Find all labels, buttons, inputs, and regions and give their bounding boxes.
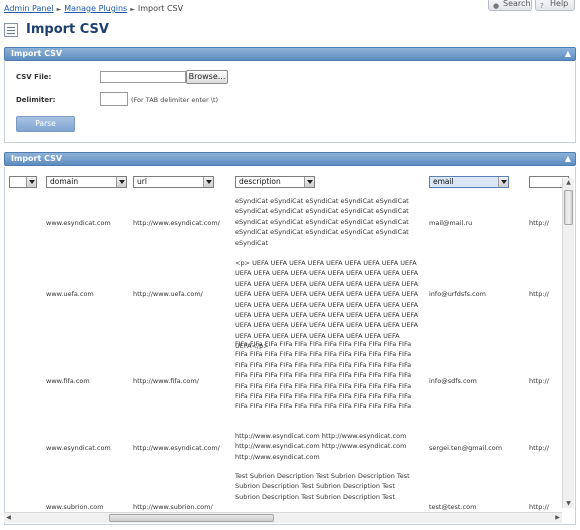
cell-email: sergei.ten@gmail.com — [429, 444, 503, 452]
cell-email: test@test.com — [429, 503, 477, 511]
help-icon: ? — [540, 2, 544, 10]
cell-description: eSyndiCat eSyndiCat eSyndiCat eSyndiCat … — [235, 197, 409, 247]
search-icon: ● — [493, 2, 500, 10]
cell-email: info@urfdsfs.com — [429, 290, 486, 298]
chevron-down-icon — [26, 177, 36, 187]
cell-extra: http:// — [529, 290, 549, 298]
breadcrumb: Admin Panel ► Manage Plugins ► Import CSV — [4, 4, 183, 13]
vertical-scrollbar[interactable]: ▲ ▼ — [562, 178, 574, 508]
scroll-right-icon[interactable]: ▶ — [553, 513, 562, 523]
column-select-url[interactable]: url — [133, 176, 214, 188]
cell-url: http://www.esyndicat.com/ — [133, 444, 220, 452]
cell-domain: www.subrion.com — [46, 503, 104, 511]
cell-domain: www.uefa.com — [46, 290, 94, 298]
parse-button[interactable]: Parse — [16, 116, 75, 132]
import-csv-icon — [4, 23, 18, 37]
top-bar: Admin Panel ► Manage Plugins ► Import CSV ● S… — [0, 0, 580, 18]
breadcrumb-current: Import CSV — [137, 4, 184, 13]
browse-button[interactable]: Browse... — [186, 70, 228, 84]
cell-extra: http:// — [529, 503, 549, 511]
chevron-down-icon — [116, 177, 126, 187]
cell-description: FIFa FIFa FIFa FIFa FIFa FIFa FIFa FIFa … — [235, 340, 412, 411]
chevron-down-icon — [203, 177, 213, 187]
upload-panel-header[interactable]: Import CSV ▲ — [4, 47, 576, 61]
cell-extra: http:// — [529, 377, 549, 385]
upload-panel-title: Import CSV — [11, 49, 63, 58]
breadcrumb-manage-plugins[interactable]: Manage Plugins — [64, 4, 127, 13]
vertical-scroll-thumb[interactable] — [564, 190, 573, 225]
delimiter-hint: (For TAB delimiter enter \t) — [131, 96, 219, 104]
table-panel-title: Import CSV — [11, 154, 63, 163]
cell-url: http://www.esyndicat.com/ — [133, 219, 220, 227]
scroll-left-icon[interactable]: ◀ — [4, 513, 13, 523]
delimiter-input[interactable] — [100, 92, 128, 106]
column-select-description[interactable]: description — [235, 176, 315, 188]
cell-extra: http:// — [529, 444, 549, 452]
cell-description: Test Subrion Description Test Subrion De… — [235, 472, 410, 501]
breadcrumb-separator-icon: ► — [56, 6, 62, 13]
scroll-down-icon[interactable]: ▼ — [564, 499, 573, 508]
table-panel-header[interactable]: Import CSV ▲ — [4, 152, 576, 166]
collapse-arrow-icon[interactable]: ▲ — [565, 48, 571, 60]
page-title: Import CSV — [26, 22, 109, 37]
cell-url: http://www.fifa.com/ — [133, 377, 199, 385]
column-select-domain[interactable]: domain — [46, 176, 127, 188]
cell-extra: http:// — [529, 219, 549, 227]
search-button[interactable]: ● Search — [488, 0, 532, 11]
breadcrumb-admin-panel[interactable]: Admin Panel — [4, 4, 54, 13]
cell-email: info@sdfs.com — [429, 377, 477, 385]
scroll-up-icon[interactable]: ▲ — [564, 178, 573, 187]
chevron-down-icon — [304, 177, 314, 187]
cell-domain: www.esyndicat.com — [46, 219, 111, 227]
horizontal-scrollbar[interactable]: ◀ ▶ — [4, 512, 562, 523]
cell-description: <p> UEFA UEFA UEFA UEFA UEFA UEFA UEFA U… — [235, 259, 419, 351]
cell-url: http://www.subrion.com/ — [133, 503, 213, 511]
collapse-arrow-icon[interactable]: ▲ — [565, 153, 571, 165]
breadcrumb-separator-icon: ► — [130, 6, 135, 13]
column-select-0[interactable] — [9, 176, 37, 188]
cell-domain: www.fifa.com — [46, 377, 90, 385]
csv-table: domain url description email www.esyndic… — [4, 167, 576, 525]
cell-url: http://www.uefa.com/ — [133, 290, 203, 298]
column-select-email[interactable]: email — [429, 176, 509, 188]
help-button-label: Help — [550, 0, 569, 8]
csv-file-label: CSV File: — [16, 73, 52, 81]
cell-description: http://www.esyndicat.com http://www.esyn… — [235, 432, 407, 461]
search-button-label: Search — [503, 0, 531, 8]
cell-domain: www.esyndicat.com — [46, 444, 111, 452]
chevron-down-icon — [498, 177, 508, 187]
cell-email: mail@mail.ru — [429, 219, 473, 227]
csv-file-input[interactable] — [100, 71, 186, 83]
help-button[interactable]: ? Help — [535, 0, 575, 11]
delimiter-label: Delimiter: — [16, 96, 56, 104]
horizontal-scroll-thumb[interactable] — [109, 514, 274, 522]
upload-panel-body — [4, 61, 576, 143]
